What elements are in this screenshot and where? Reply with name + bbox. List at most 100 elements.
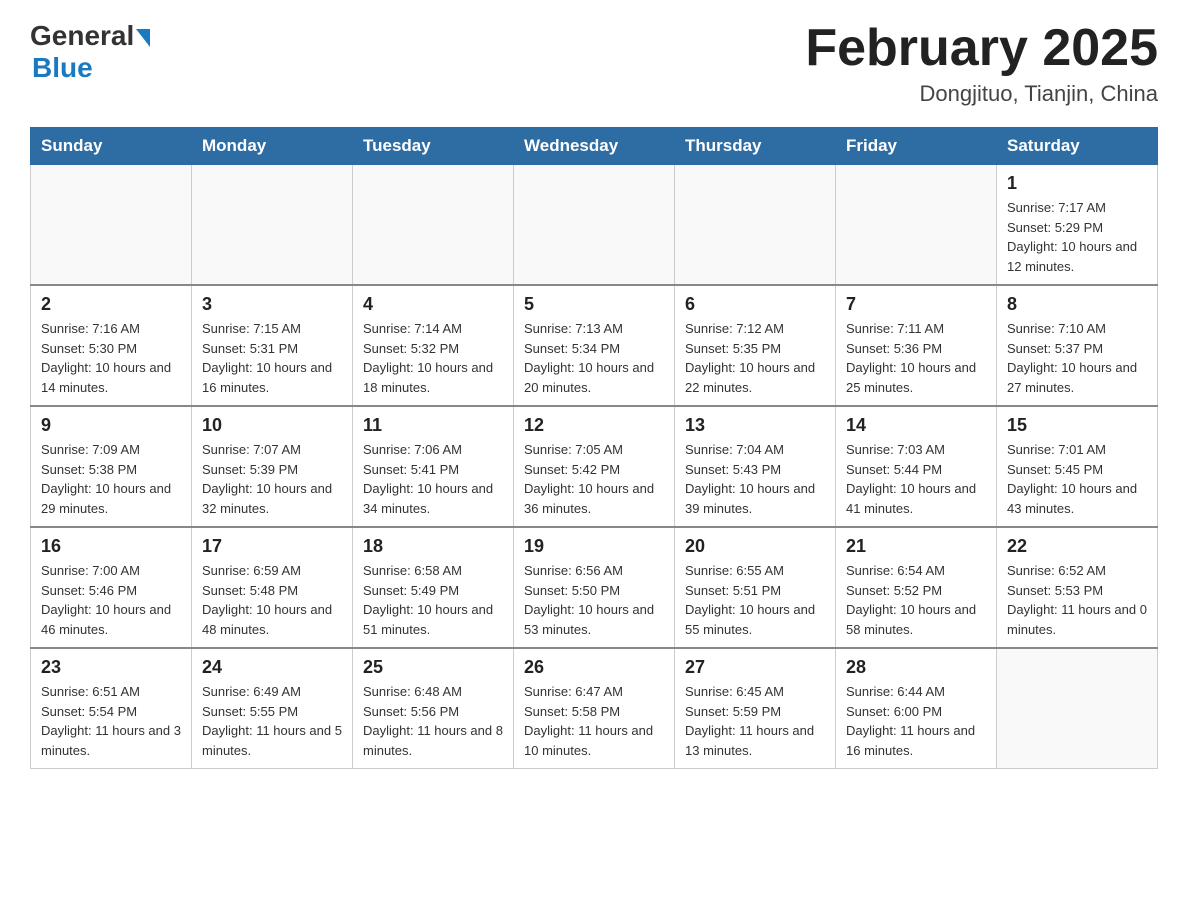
day-info: Sunrise: 7:15 AM Sunset: 5:31 PM Dayligh… [202,319,342,397]
calendar-cell [192,165,353,286]
calendar-week-row: 16 Sunrise: 7:00 AM Sunset: 5:46 PM Dayli… [31,527,1158,648]
day-info: Sunrise: 7:07 AM Sunset: 5:39 PM Dayligh… [202,440,342,518]
calendar-cell: 23 Sunrise: 6:51 AM Sunset: 5:54 PM Dayli… [31,648,192,769]
day-info: Sunrise: 7:09 AM Sunset: 5:38 PM Dayligh… [41,440,181,518]
calendar-cell: 16 Sunrise: 7:00 AM Sunset: 5:46 PM Dayli… [31,527,192,648]
logo-arrow-icon [136,29,150,47]
day-number: 9 [41,415,181,436]
logo: General Blue [30,20,150,84]
day-info: Sunrise: 6:54 AM Sunset: 5:52 PM Dayligh… [846,561,986,639]
day-info: Sunrise: 6:52 AM Sunset: 5:53 PM Dayligh… [1007,561,1147,639]
page-header: General Blue February 2025 Dongjituo, Ti… [30,20,1158,107]
calendar-cell: 14Sunrise: 7:03 AM Sunset: 5:44 PM Dayli… [836,406,997,527]
day-info: Sunrise: 7:17 AM Sunset: 5:29 PM Dayligh… [1007,198,1147,276]
header-tuesday: Tuesday [353,128,514,165]
logo-general-text: General [30,20,134,52]
calendar-cell: 22 Sunrise: 6:52 AM Sunset: 5:53 PM Dayli… [997,527,1158,648]
calendar-cell: 1 Sunrise: 7:17 AM Sunset: 5:29 PM Daylig… [997,165,1158,286]
day-info: Sunrise: 6:45 AM Sunset: 5:59 PM Dayligh… [685,682,825,760]
calendar-cell [836,165,997,286]
calendar-table: Sunday Monday Tuesday Wednesday Thursday… [30,127,1158,769]
day-info: Sunrise: 7:00 AM Sunset: 5:46 PM Dayligh… [41,561,181,639]
day-info: Sunrise: 6:56 AM Sunset: 5:50 PM Dayligh… [524,561,664,639]
day-number: 21 [846,536,986,557]
day-info: Sunrise: 6:55 AM Sunset: 5:51 PM Dayligh… [685,561,825,639]
day-info: Sunrise: 7:12 AM Sunset: 5:35 PM Dayligh… [685,319,825,397]
calendar-cell: 13 Sunrise: 7:04 AM Sunset: 5:43 PM Dayli… [675,406,836,527]
calendar-cell: 28 Sunrise: 6:44 AM Sunset: 6:00 PM Dayli… [836,648,997,769]
day-info: Sunrise: 7:13 AM Sunset: 5:34 PM Dayligh… [524,319,664,397]
location-subtitle: Dongjituo, Tianjin, China [805,81,1158,107]
calendar-cell: 20 Sunrise: 6:55 AM Sunset: 5:51 PM Dayli… [675,527,836,648]
day-number: 12 [524,415,664,436]
day-number: 16 [41,536,181,557]
calendar-cell: 24 Sunrise: 6:49 AM Sunset: 5:55 PM Dayli… [192,648,353,769]
day-number: 18 [363,536,503,557]
day-info: Sunrise: 6:49 AM Sunset: 5:55 PM Dayligh… [202,682,342,760]
calendar-week-row: 23 Sunrise: 6:51 AM Sunset: 5:54 PM Dayli… [31,648,1158,769]
day-number: 24 [202,657,342,678]
calendar-cell [514,165,675,286]
day-number: 22 [1007,536,1147,557]
logo-blue-text: Blue [32,52,93,84]
day-number: 4 [363,294,503,315]
day-info: Sunrise: 7:16 AM Sunset: 5:30 PM Dayligh… [41,319,181,397]
calendar-week-row: 9 Sunrise: 7:09 AM Sunset: 5:38 PM Daylig… [31,406,1158,527]
calendar-cell: 12 Sunrise: 7:05 AM Sunset: 5:42 PM Dayli… [514,406,675,527]
calendar-cell: 17Sunrise: 6:59 AM Sunset: 5:48 PM Dayli… [192,527,353,648]
header-wednesday: Wednesday [514,128,675,165]
calendar-week-row: 1 Sunrise: 7:17 AM Sunset: 5:29 PM Daylig… [31,165,1158,286]
day-number: 13 [685,415,825,436]
day-info: Sunrise: 6:51 AM Sunset: 5:54 PM Dayligh… [41,682,181,760]
day-number: 6 [685,294,825,315]
header-saturday: Saturday [997,128,1158,165]
calendar-cell [353,165,514,286]
day-number: 23 [41,657,181,678]
day-number: 2 [41,294,181,315]
day-info: Sunrise: 6:47 AM Sunset: 5:58 PM Dayligh… [524,682,664,760]
day-number: 28 [846,657,986,678]
calendar-cell [675,165,836,286]
day-info: Sunrise: 7:03 AM Sunset: 5:44 PM Dayligh… [846,440,986,518]
calendar-cell: 9 Sunrise: 7:09 AM Sunset: 5:38 PM Daylig… [31,406,192,527]
calendar-cell: 15 Sunrise: 7:01 AM Sunset: 5:45 PM Dayli… [997,406,1158,527]
day-number: 15 [1007,415,1147,436]
day-number: 26 [524,657,664,678]
header-sunday: Sunday [31,128,192,165]
header-thursday: Thursday [675,128,836,165]
day-number: 19 [524,536,664,557]
day-number: 7 [846,294,986,315]
calendar-cell: 21 Sunrise: 6:54 AM Sunset: 5:52 PM Dayli… [836,527,997,648]
day-number: 1 [1007,173,1147,194]
day-number: 17 [202,536,342,557]
calendar-cell: 7 Sunrise: 7:11 AM Sunset: 5:36 PM Daylig… [836,285,997,406]
calendar-cell: 26 Sunrise: 6:47 AM Sunset: 5:58 PM Dayli… [514,648,675,769]
day-info: Sunrise: 6:58 AM Sunset: 5:49 PM Dayligh… [363,561,503,639]
calendar-cell: 6 Sunrise: 7:12 AM Sunset: 5:35 PM Daylig… [675,285,836,406]
day-number: 10 [202,415,342,436]
day-info: Sunrise: 6:48 AM Sunset: 5:56 PM Dayligh… [363,682,503,760]
calendar-cell: 2 Sunrise: 7:16 AM Sunset: 5:30 PM Daylig… [31,285,192,406]
calendar-cell: 27Sunrise: 6:45 AM Sunset: 5:59 PM Dayli… [675,648,836,769]
day-info: Sunrise: 7:05 AM Sunset: 5:42 PM Dayligh… [524,440,664,518]
calendar-cell: 18 Sunrise: 6:58 AM Sunset: 5:49 PM Dayli… [353,527,514,648]
day-info: Sunrise: 6:44 AM Sunset: 6:00 PM Dayligh… [846,682,986,760]
day-number: 3 [202,294,342,315]
day-info: Sunrise: 7:11 AM Sunset: 5:36 PM Dayligh… [846,319,986,397]
calendar-cell: 4 Sunrise: 7:14 AM Sunset: 5:32 PM Daylig… [353,285,514,406]
calendar-cell: 25 Sunrise: 6:48 AM Sunset: 5:56 PM Dayli… [353,648,514,769]
header-monday: Monday [192,128,353,165]
day-info: Sunrise: 7:04 AM Sunset: 5:43 PM Dayligh… [685,440,825,518]
day-number: 20 [685,536,825,557]
header-friday: Friday [836,128,997,165]
title-section: February 2025 Dongjituo, Tianjin, China [805,20,1158,107]
day-info: Sunrise: 7:01 AM Sunset: 5:45 PM Dayligh… [1007,440,1147,518]
day-info: Sunrise: 7:14 AM Sunset: 5:32 PM Dayligh… [363,319,503,397]
calendar-cell [31,165,192,286]
day-info: Sunrise: 7:10 AM Sunset: 5:37 PM Dayligh… [1007,319,1147,397]
calendar-header: Sunday Monday Tuesday Wednesday Thursday… [31,128,1158,165]
calendar-week-row: 2 Sunrise: 7:16 AM Sunset: 5:30 PM Daylig… [31,285,1158,406]
calendar-body: 1 Sunrise: 7:17 AM Sunset: 5:29 PM Daylig… [31,165,1158,769]
calendar-cell [997,648,1158,769]
day-number: 25 [363,657,503,678]
